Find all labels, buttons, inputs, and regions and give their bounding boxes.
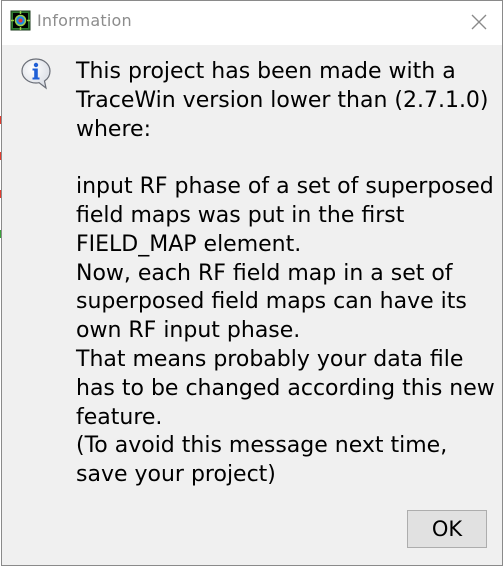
message-line: (To avoid this message next time, <box>76 433 448 459</box>
message-line: feature. <box>76 404 163 430</box>
message-line: That means probably your data file <box>76 346 464 372</box>
message-line: where: <box>76 116 151 142</box>
dialog-title: Information <box>37 11 132 30</box>
ok-button[interactable]: OK <box>407 510 487 548</box>
message-text: This project has been made with a TraceW… <box>76 58 496 490</box>
close-icon <box>471 14 487 30</box>
close-button[interactable] <box>462 5 496 39</box>
tracewin-app-icon <box>10 10 31 31</box>
message-line: FIELD_MAP element. <box>76 231 302 257</box>
info-icon <box>20 57 52 91</box>
message-line: Now, each RF field map in a set of <box>76 260 453 286</box>
message-line: save your project) <box>76 462 276 488</box>
information-dialog: Information This project has been made w… <box>1 0 503 566</box>
message-line: own RF input phase. <box>76 318 301 344</box>
message-line: superposed field maps can have its <box>76 289 467 315</box>
message-line: has to be changed according this new <box>76 375 495 401</box>
dialog-titlebar[interactable]: Information <box>2 1 502 45</box>
message-line: TraceWin version lower than (2.7.1.0) <box>76 87 489 113</box>
message-line: This project has been made with a <box>76 59 456 84</box>
message-line: field maps was put in the first <box>76 202 405 228</box>
message-line: input RF phase of a set of superposed <box>76 174 494 200</box>
